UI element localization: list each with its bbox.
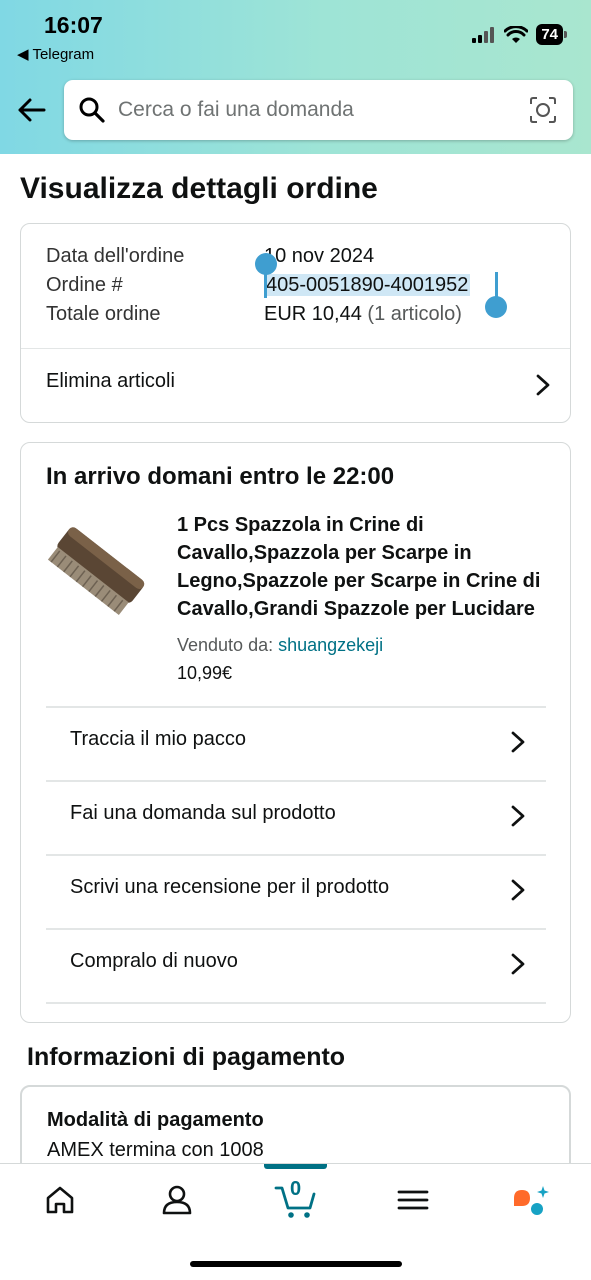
order-item-count: (1 articolo)	[367, 303, 462, 325]
payment-section-title: Informazioni di pagamento	[27, 1043, 346, 1071]
chevron-right-icon	[536, 374, 550, 396]
write-review-row[interactable]: Scrivi una recensione per il prodotto	[46, 854, 546, 928]
cart-count: 0	[290, 1178, 302, 1200]
remove-items-row[interactable]: Elimina articoli	[21, 349, 570, 422]
status-time: 16:07	[44, 12, 103, 38]
order-number-label: Ordine #	[46, 274, 123, 296]
status-indicators: 74	[472, 24, 567, 45]
shipment-card: In arrivo domani entro le 22:00 1 Pcs Sp…	[20, 442, 571, 1023]
product-title[interactable]: 1 Pcs Spazzola in Crine di Cavallo,Spazz…	[177, 511, 557, 623]
buy-again-label: Compralo di nuovo	[70, 950, 238, 972]
order-total-amount: EUR 10,44	[264, 303, 362, 325]
write-review-label: Scrivi una recensione per il prodotto	[70, 876, 390, 898]
active-tab-indicator	[264, 1164, 327, 1169]
seller-link[interactable]: shuangzekeji	[278, 635, 383, 655]
chevron-right-icon	[511, 731, 525, 753]
search-icon	[79, 97, 105, 123]
chevron-right-icon	[511, 805, 525, 827]
actions-bottom-divider	[46, 1002, 546, 1004]
signal-icon	[472, 26, 495, 43]
wifi-icon	[504, 25, 529, 43]
buy-again-row[interactable]: Compralo di nuovo	[46, 928, 546, 1002]
menu-icon[interactable]	[393, 1180, 433, 1220]
back-app-label: Telegram	[32, 46, 95, 63]
account-icon[interactable]	[157, 1180, 197, 1220]
track-package-label: Traccia il mio pacco	[70, 728, 246, 750]
order-total-value: EUR 10,44 (1 articolo)	[264, 303, 462, 326]
home-icon[interactable]	[40, 1180, 80, 1220]
battery-icon: 74	[536, 24, 567, 45]
track-package-row[interactable]: Traccia il mio pacco	[46, 706, 546, 780]
page-title: Visualizza dettagli ordine	[20, 172, 378, 205]
order-date-value: 10 nov 2024	[264, 245, 375, 267]
assistant-icon[interactable]	[510, 1180, 550, 1220]
search-placeholder: Cerca o fai una domanda	[118, 98, 354, 121]
selection-end-handle[interactable]	[485, 296, 507, 318]
product-price: 10,99€	[177, 663, 233, 683]
order-date-label: Data dell'ordine	[46, 245, 185, 267]
selected-order-number: 405-0051890-4001952	[264, 274, 471, 296]
ask-question-row[interactable]: Fai una domanda sul prodotto	[46, 780, 546, 854]
chevron-right-icon	[511, 953, 525, 975]
back-to-app-link[interactable]: ◀ Telegram	[17, 45, 94, 63]
ask-question-label: Fai una domanda sul prodotto	[70, 802, 336, 824]
chevron-right-icon	[511, 879, 525, 901]
product-image[interactable]	[45, 511, 155, 621]
search-input[interactable]: Cerca o fai una domanda	[64, 80, 573, 140]
arrival-heading: In arrivo domani entro le 22:00	[46, 463, 395, 490]
seller-info: Venduto da: shuangzekeji	[177, 635, 383, 656]
payment-method-label: Modalità di pagamento	[47, 1109, 264, 1131]
selection-start-bar	[264, 270, 267, 298]
camera-lens-icon[interactable]	[529, 96, 557, 124]
order-total-label: Totale ordine	[46, 303, 161, 325]
order-summary-card: Data dell'ordine 10 nov 2024 Ordine # 40…	[20, 223, 571, 423]
battery-level: 74	[536, 24, 563, 45]
payment-method-value: AMEX termina con 1008	[47, 1139, 264, 1161]
home-indicator	[190, 1261, 402, 1267]
remove-items-label: Elimina articoli	[46, 370, 175, 392]
back-arrow-icon[interactable]	[14, 92, 50, 128]
seller-label: Venduto da:	[177, 635, 274, 655]
order-number-value[interactable]: 405-0051890-4001952	[264, 274, 471, 297]
